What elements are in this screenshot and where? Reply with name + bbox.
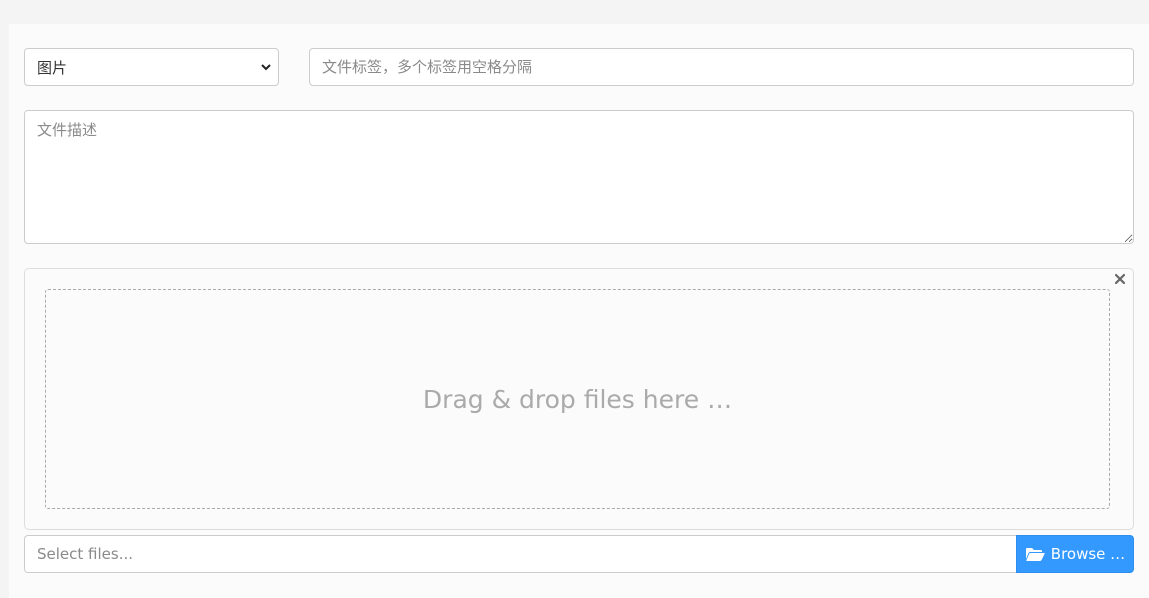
drop-zone-text: Drag & drop files here …	[422, 384, 733, 414]
browse-button-label: Browse …	[1050, 545, 1126, 563]
folder-open-icon	[1025, 548, 1045, 561]
file-description-textarea[interactable]	[24, 110, 1134, 244]
drop-zone[interactable]: Drag & drop files here …	[45, 289, 1110, 509]
file-tags-input[interactable]	[309, 48, 1134, 86]
file-preview-area: Drag & drop files here …	[24, 268, 1134, 530]
file-type-select-value: 图片	[37, 58, 68, 77]
close-icon[interactable]	[1111, 270, 1129, 288]
chevron-down-icon	[261, 64, 271, 71]
file-caption-input[interactable]	[24, 535, 1016, 573]
file-type-select[interactable]: 图片	[24, 48, 279, 86]
file-input-group: Browse …	[24, 535, 1134, 573]
browse-button[interactable]: Browse …	[1016, 535, 1134, 573]
